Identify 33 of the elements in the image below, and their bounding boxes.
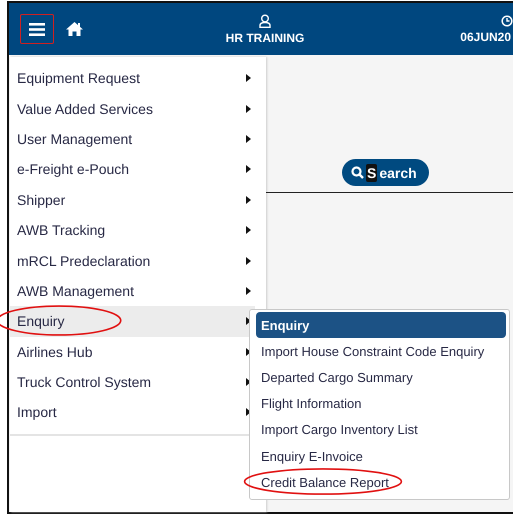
menu-item[interactable]: e-Freight e-Pouch xyxy=(10,154,255,185)
menu-item[interactable]: Shipper xyxy=(10,184,255,215)
caret-icon xyxy=(246,196,251,204)
menu-item[interactable]: User Management xyxy=(10,124,255,154)
menu-item[interactable]: Value Added Services xyxy=(10,93,255,124)
caret-icon xyxy=(246,256,251,265)
user-icon xyxy=(259,14,271,28)
date-text: 06JUN20 xyxy=(460,30,511,44)
menu-item[interactable]: AWB Management xyxy=(10,276,255,306)
clock-icon xyxy=(501,14,513,26)
menu-item[interactable]: AWB Tracking xyxy=(10,214,255,246)
submenu-item[interactable]: Import House Constraint Code Enquiry xyxy=(256,338,506,364)
submenu-item[interactable]: Enquiry E-Invoice xyxy=(256,442,506,470)
search-icon xyxy=(351,166,364,179)
menu-button[interactable] xyxy=(20,14,54,44)
menu-item[interactable]: Enquiry xyxy=(10,306,255,337)
caret-icon xyxy=(246,104,251,113)
caret-icon xyxy=(246,226,251,234)
search-button[interactable]: S earch xyxy=(342,159,429,186)
menu-icon xyxy=(29,22,45,36)
submenu-item[interactable]: Departed Cargo Summary xyxy=(256,364,506,391)
user-name: HR TRAINING xyxy=(226,30,304,44)
home-icon[interactable] xyxy=(66,22,83,36)
caret-icon xyxy=(246,286,251,295)
submenu-item[interactable]: Flight Information xyxy=(256,390,506,417)
caret-icon xyxy=(246,74,251,82)
caret-icon xyxy=(246,134,251,143)
caret-icon xyxy=(246,165,251,174)
menu-item[interactable]: Equipment Request xyxy=(10,63,255,94)
submenu-item[interactable]: Enquiry xyxy=(256,312,506,338)
menu-item[interactable]: mRCL Predeclaration xyxy=(10,245,255,276)
submenu-item[interactable]: Credit Balance Report xyxy=(256,469,506,496)
submenu-item[interactable]: Import Cargo Inventory List xyxy=(256,416,506,443)
